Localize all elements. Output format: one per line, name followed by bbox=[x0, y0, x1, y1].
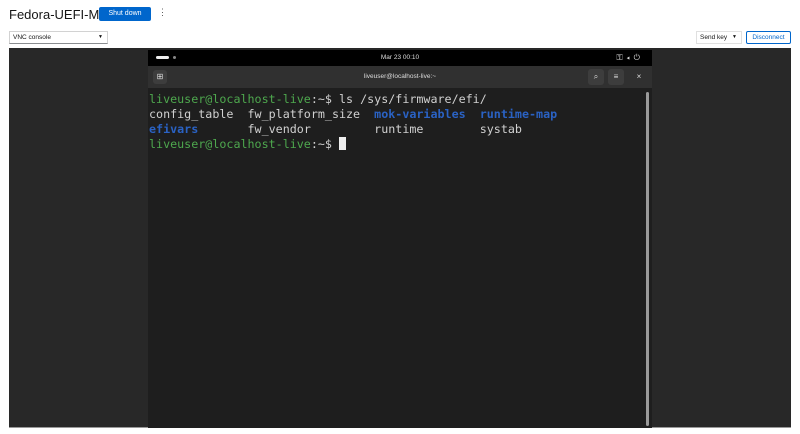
shut-down-button[interactable]: Shut down bbox=[99, 7, 151, 21]
vnc-console[interactable]: Mar 23 00:10 ⚿◂⏻ ⊞ liveuser@localhost-li… bbox=[9, 48, 791, 428]
terminal-scrollbar[interactable] bbox=[646, 92, 649, 426]
system-status-icons[interactable]: ⚿◂⏻ bbox=[616, 53, 644, 63]
prompt: liveuser@localhost-live bbox=[149, 92, 311, 106]
console-type-value: VNC console bbox=[13, 34, 51, 41]
clock[interactable]: Mar 23 00:10 bbox=[148, 54, 652, 61]
command: :~$ ls /sys/firmware/efi/ bbox=[310, 92, 487, 106]
gnome-top-bar: Mar 23 00:10 ⚿◂⏻ bbox=[148, 50, 652, 66]
console-type-select[interactable]: VNC console ▼ bbox=[9, 31, 108, 44]
terminal-title: liveuser@localhost-live:~ bbox=[363, 73, 437, 80]
prompt: liveuser@localhost-live bbox=[149, 137, 311, 151]
output-text: config_table fw_platform_size bbox=[149, 107, 375, 121]
kebab-menu-icon[interactable]: ⋮ bbox=[158, 7, 167, 18]
cursor bbox=[339, 137, 346, 150]
output-space bbox=[466, 107, 480, 121]
output-text: fw_vendor runtime systab bbox=[198, 122, 522, 136]
caret-down-icon: ▼ bbox=[98, 34, 103, 40]
send-key-dropdown[interactable]: Send key ▼ bbox=[696, 31, 742, 44]
terminal-output[interactable]: liveuser@localhost-live:~$ ls /sys/firmw… bbox=[148, 88, 652, 152]
command: :~$ bbox=[310, 137, 339, 151]
output-dir: efivars bbox=[149, 122, 199, 136]
disconnect-button[interactable]: Disconnect bbox=[746, 31, 791, 44]
output-dir: mok-variables bbox=[374, 107, 466, 121]
close-icon[interactable]: × bbox=[631, 69, 647, 85]
caret-down-icon: ▼ bbox=[732, 34, 737, 40]
menu-icon[interactable]: ≡ bbox=[608, 69, 624, 85]
send-key-label: Send key bbox=[700, 34, 728, 41]
terminal-header: ⊞ liveuser@localhost-live:~ ⌕ ≡ × bbox=[148, 66, 652, 88]
guest-screen[interactable]: Mar 23 00:10 ⚿◂⏻ ⊞ liveuser@localhost-li… bbox=[148, 50, 652, 428]
output-dir: runtime-map bbox=[479, 107, 558, 121]
search-icon[interactable]: ⌕ bbox=[588, 69, 604, 85]
